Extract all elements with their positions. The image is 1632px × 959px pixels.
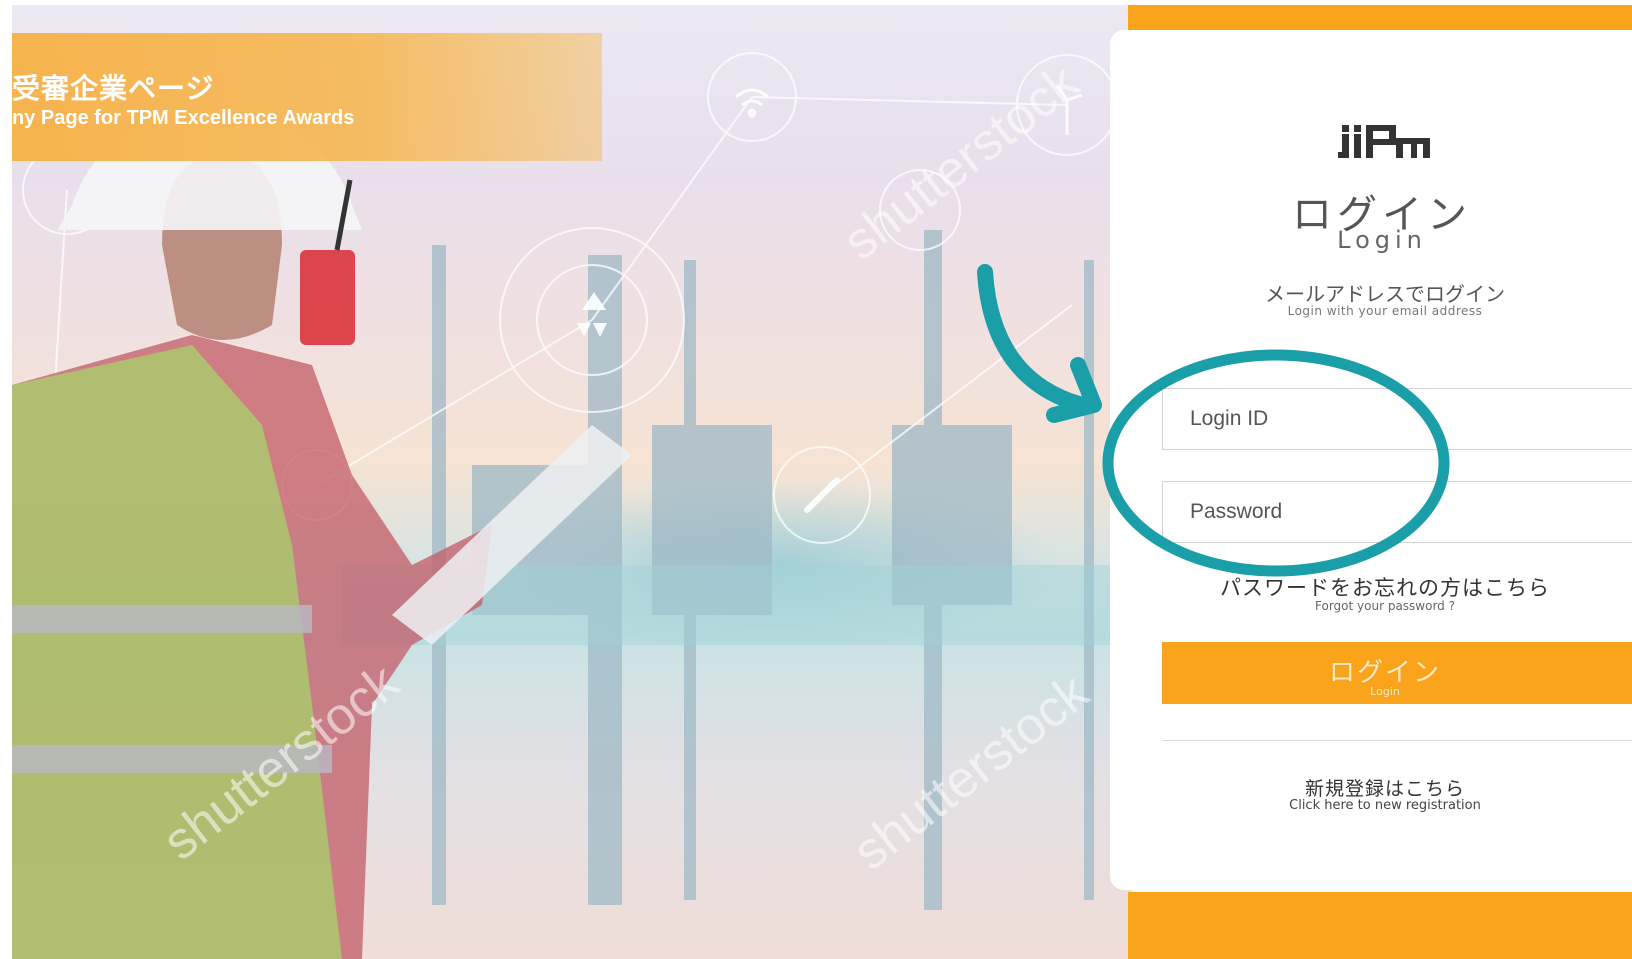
login-button-label-en[interactable]: Login [1200, 685, 1570, 698]
wrench-icon [804, 477, 840, 513]
register-link[interactable]: 新規登録はこちら [1200, 774, 1570, 801]
login-subtitle-jp: メールアドレスでログイン [1265, 282, 1505, 306]
register-link-en[interactable]: Click here to new registration [1200, 798, 1570, 813]
jipm-logo-icon [1338, 125, 1430, 158]
divider [1162, 740, 1632, 741]
banner-title-en: ny Page for TPM Excellence Awards [12, 107, 355, 129]
login-id-input[interactable] [1162, 388, 1632, 450]
hero-background: 受審企業ページ ny Page for TPM Excellence Award… [12, 5, 1132, 959]
login-button-label-jp[interactable]: ログイン [1200, 652, 1570, 689]
banner-title-jp: 受審企業ページ [12, 72, 215, 105]
orange-bottom-bar [1128, 892, 1632, 959]
login-title-en: Login [1337, 226, 1427, 254]
password-input[interactable] [1162, 481, 1632, 543]
orange-top-bar [1128, 5, 1632, 31]
forgot-password-link-en[interactable]: Forgot your password ? [1200, 599, 1570, 613]
login-subtitle-en: Login with your email address [1287, 304, 1483, 318]
worker-figure [12, 115, 632, 959]
forgot-password-link[interactable]: パスワードをお忘れの方はこちら [1200, 572, 1570, 602]
